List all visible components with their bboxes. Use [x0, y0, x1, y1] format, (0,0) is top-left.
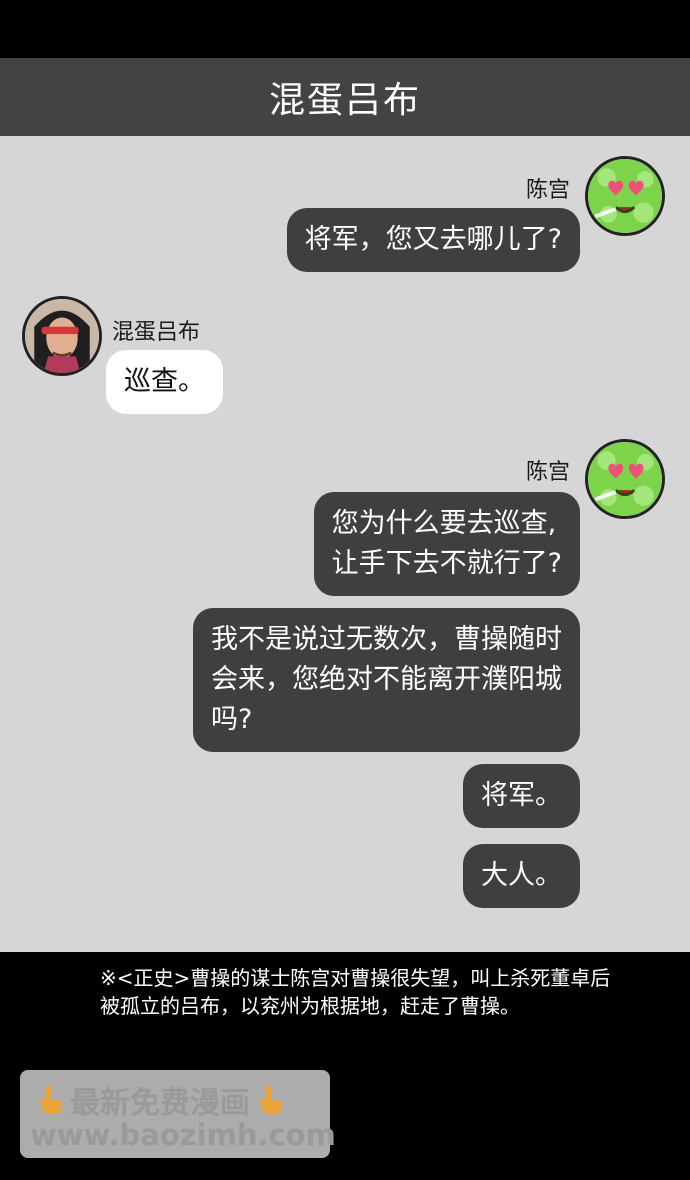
- footnote: ※<正史>曹操的谋士陈宫对曹操很失望，叫上杀死董卓后 被孤立的吕布，以兖州为根据…: [100, 964, 690, 1020]
- message-text: 将军，您又去哪儿了?: [304, 224, 562, 255]
- chat-title: 混蛋吕布: [268, 80, 421, 121]
- sender-name: 陈宫: [525, 460, 570, 485]
- message-line: 会来，您绝对不能离开濮阳城: [211, 664, 562, 695]
- sender-name: 混蛋吕布: [112, 320, 201, 345]
- message-text: 巡查。: [124, 366, 205, 397]
- message-line: 让手下去不就行了?: [331, 548, 562, 579]
- message-text: 将军。: [481, 780, 562, 811]
- watermark[interactable]: 最新免费漫画 www.baozimh.com: [20, 1070, 336, 1158]
- chen-gong-avatar[interactable]: [585, 439, 665, 519]
- chen-gong-avatar[interactable]: [585, 156, 665, 236]
- watermark-text: 最新免费漫画: [70, 1086, 250, 1121]
- message-bubble[interactable]: 将军。: [463, 764, 580, 828]
- lu-bu-avatar[interactable]: [22, 296, 102, 376]
- message-text: 大人。: [481, 860, 562, 891]
- message-bubble[interactable]: 将军，您又去哪儿了?: [286, 208, 580, 272]
- lu-bu-portrait-icon: [25, 299, 99, 373]
- message-bubble[interactable]: 您为什么要去巡查, 让手下去不就行了?: [313, 492, 580, 596]
- sender-name: 陈宫: [525, 178, 570, 203]
- pointing-hand-icon: [40, 1086, 62, 1114]
- footnote-line: ※<正史>曹操的谋士陈宫对曹操很失望，叫上杀死董卓后: [100, 966, 611, 990]
- chat-area[interactable]: 陈宫 将军，您又去哪儿了? 混蛋吕布 巡查。 陈宫 您为什么要去巡查, 让手下去…: [0, 136, 690, 952]
- green-face-icon: [588, 442, 662, 516]
- chat-header: 混蛋吕布: [0, 58, 690, 136]
- message-line: 吗?: [211, 704, 253, 735]
- pointing-hand-icon: [260, 1086, 282, 1114]
- message-bubble[interactable]: 我不是说过无数次，曹操随时 会来，您绝对不能离开濮阳城 吗?: [193, 608, 580, 752]
- green-face-icon: [588, 159, 662, 233]
- message-line: 您为什么要去巡查,: [331, 508, 557, 539]
- message-line: 我不是说过无数次，曹操随时: [211, 624, 562, 655]
- footnote-line: 被孤立的吕布，以兖州为根据地，赶走了曹操。: [100, 994, 520, 1018]
- message-bubble[interactable]: 大人。: [463, 844, 580, 908]
- message-bubble[interactable]: 巡查。: [106, 350, 223, 414]
- watermark-url[interactable]: www.baozimh.com: [30, 1118, 336, 1152]
